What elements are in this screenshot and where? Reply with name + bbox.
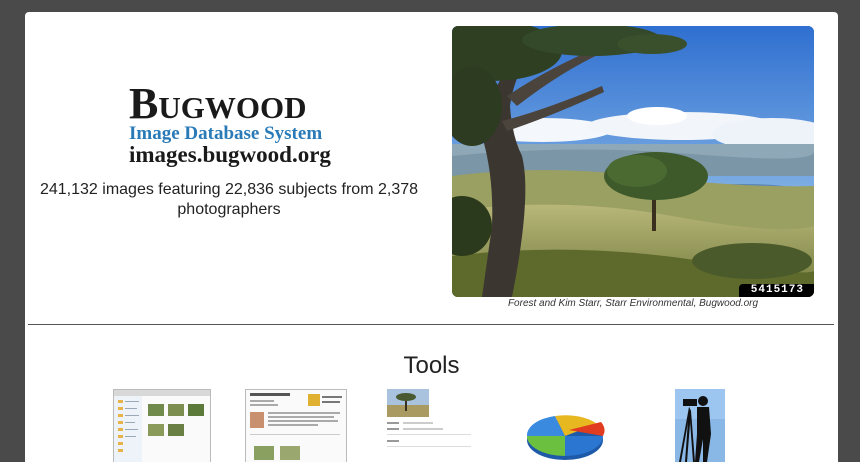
- file-browser-icon: [114, 390, 210, 462]
- logo-url: images.bugwood.org: [129, 142, 331, 167]
- logo-subtitle: Image Database System: [129, 123, 323, 144]
- site-stats: 241,132 images featuring 22,836 subjects…: [39, 181, 419, 218]
- hero-photo[interactable]: 5415173: [452, 26, 814, 297]
- file-browser-thumbnail[interactable]: [113, 389, 211, 462]
- section-divider: [28, 324, 834, 325]
- photographer-page-thumbnail[interactable]: [245, 389, 347, 462]
- photographer-page-icon: [250, 393, 342, 460]
- photographer-silhouette-icon[interactable]: [675, 389, 725, 462]
- pie-chart-icon[interactable]: [525, 400, 605, 462]
- logo-wordmark: Bugwood: [129, 79, 307, 128]
- tools-heading: Tools: [403, 352, 460, 379]
- image-detail-thumbnail[interactable]: [387, 389, 471, 462]
- landscape-photo: [452, 26, 814, 297]
- photo-credit: Forest and Kim Starr, Starr Environmenta…: [507, 298, 759, 309]
- image-detail-icon: [387, 389, 471, 447]
- bugwood-logo[interactable]: Bugwood Image Database System images.bug…: [129, 79, 339, 167]
- main-panel: Bugwood Image Database System images.bug…: [25, 12, 838, 462]
- pie-chart-graphic: [526, 415, 605, 460]
- image-id-label: 5415173: [738, 284, 814, 297]
- photographer-silhouette-graphic: [675, 389, 725, 462]
